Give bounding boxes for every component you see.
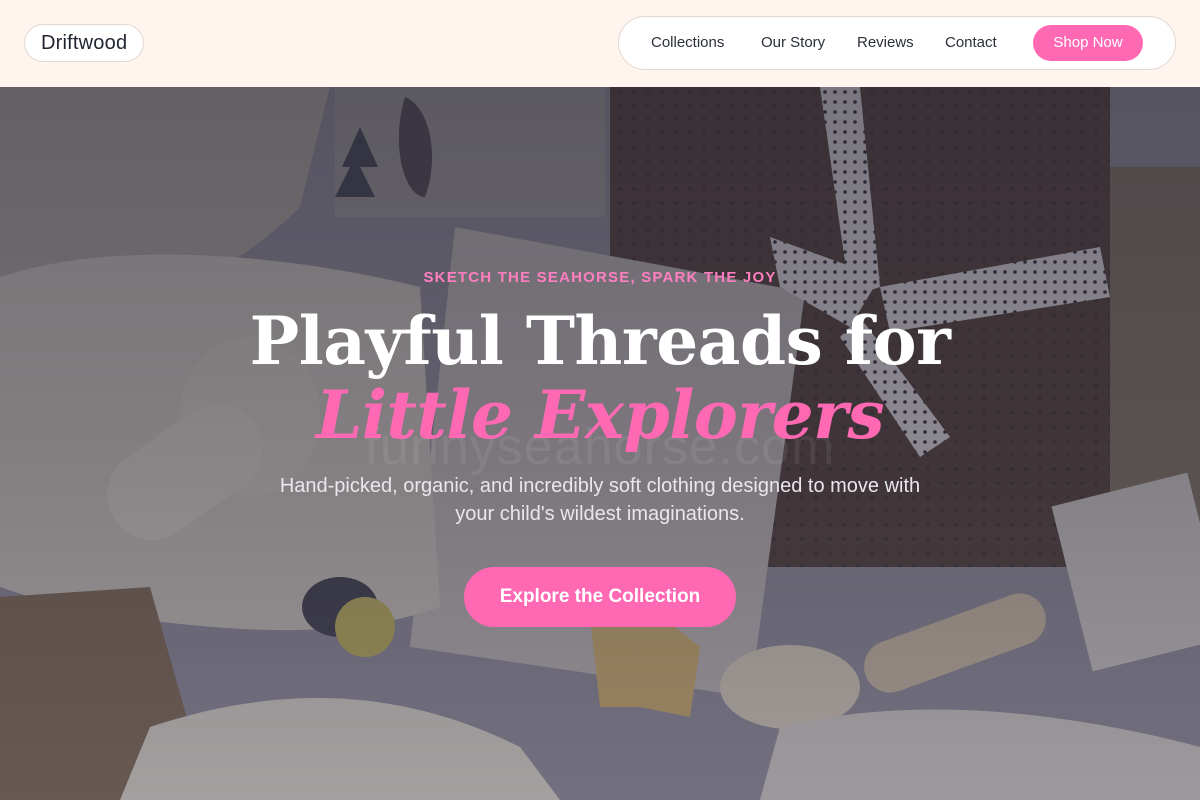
nav-link-collections[interactable]: Collections: [651, 17, 724, 69]
nav-link-our-story[interactable]: Our Story: [761, 17, 825, 69]
nav-link-reviews[interactable]: Reviews: [857, 17, 914, 69]
explore-collection-button[interactable]: Explore the Collection: [464, 567, 736, 627]
hero-section: SKETCH THE SEAHORSE, SPARK THE JOY funny…: [0, 87, 1200, 800]
nav-link-contact[interactable]: Contact: [945, 17, 997, 69]
shop-now-button[interactable]: Shop Now: [1033, 25, 1143, 61]
hero-title-line2: Little Explorers: [315, 376, 885, 454]
hero-eyebrow: SKETCH THE SEAHORSE, SPARK THE JOY: [423, 269, 777, 286]
main-nav: Collections Our Story Reviews Contact Sh…: [618, 16, 1176, 70]
hero-title-line1: Playful Threads for: [249, 302, 951, 380]
site-header: Driftwood Collections Our Story Reviews …: [0, 0, 1200, 87]
brand-logo[interactable]: Driftwood: [24, 24, 145, 62]
hero-subtitle: Hand-picked, organic, and incredibly sof…: [279, 475, 921, 525]
